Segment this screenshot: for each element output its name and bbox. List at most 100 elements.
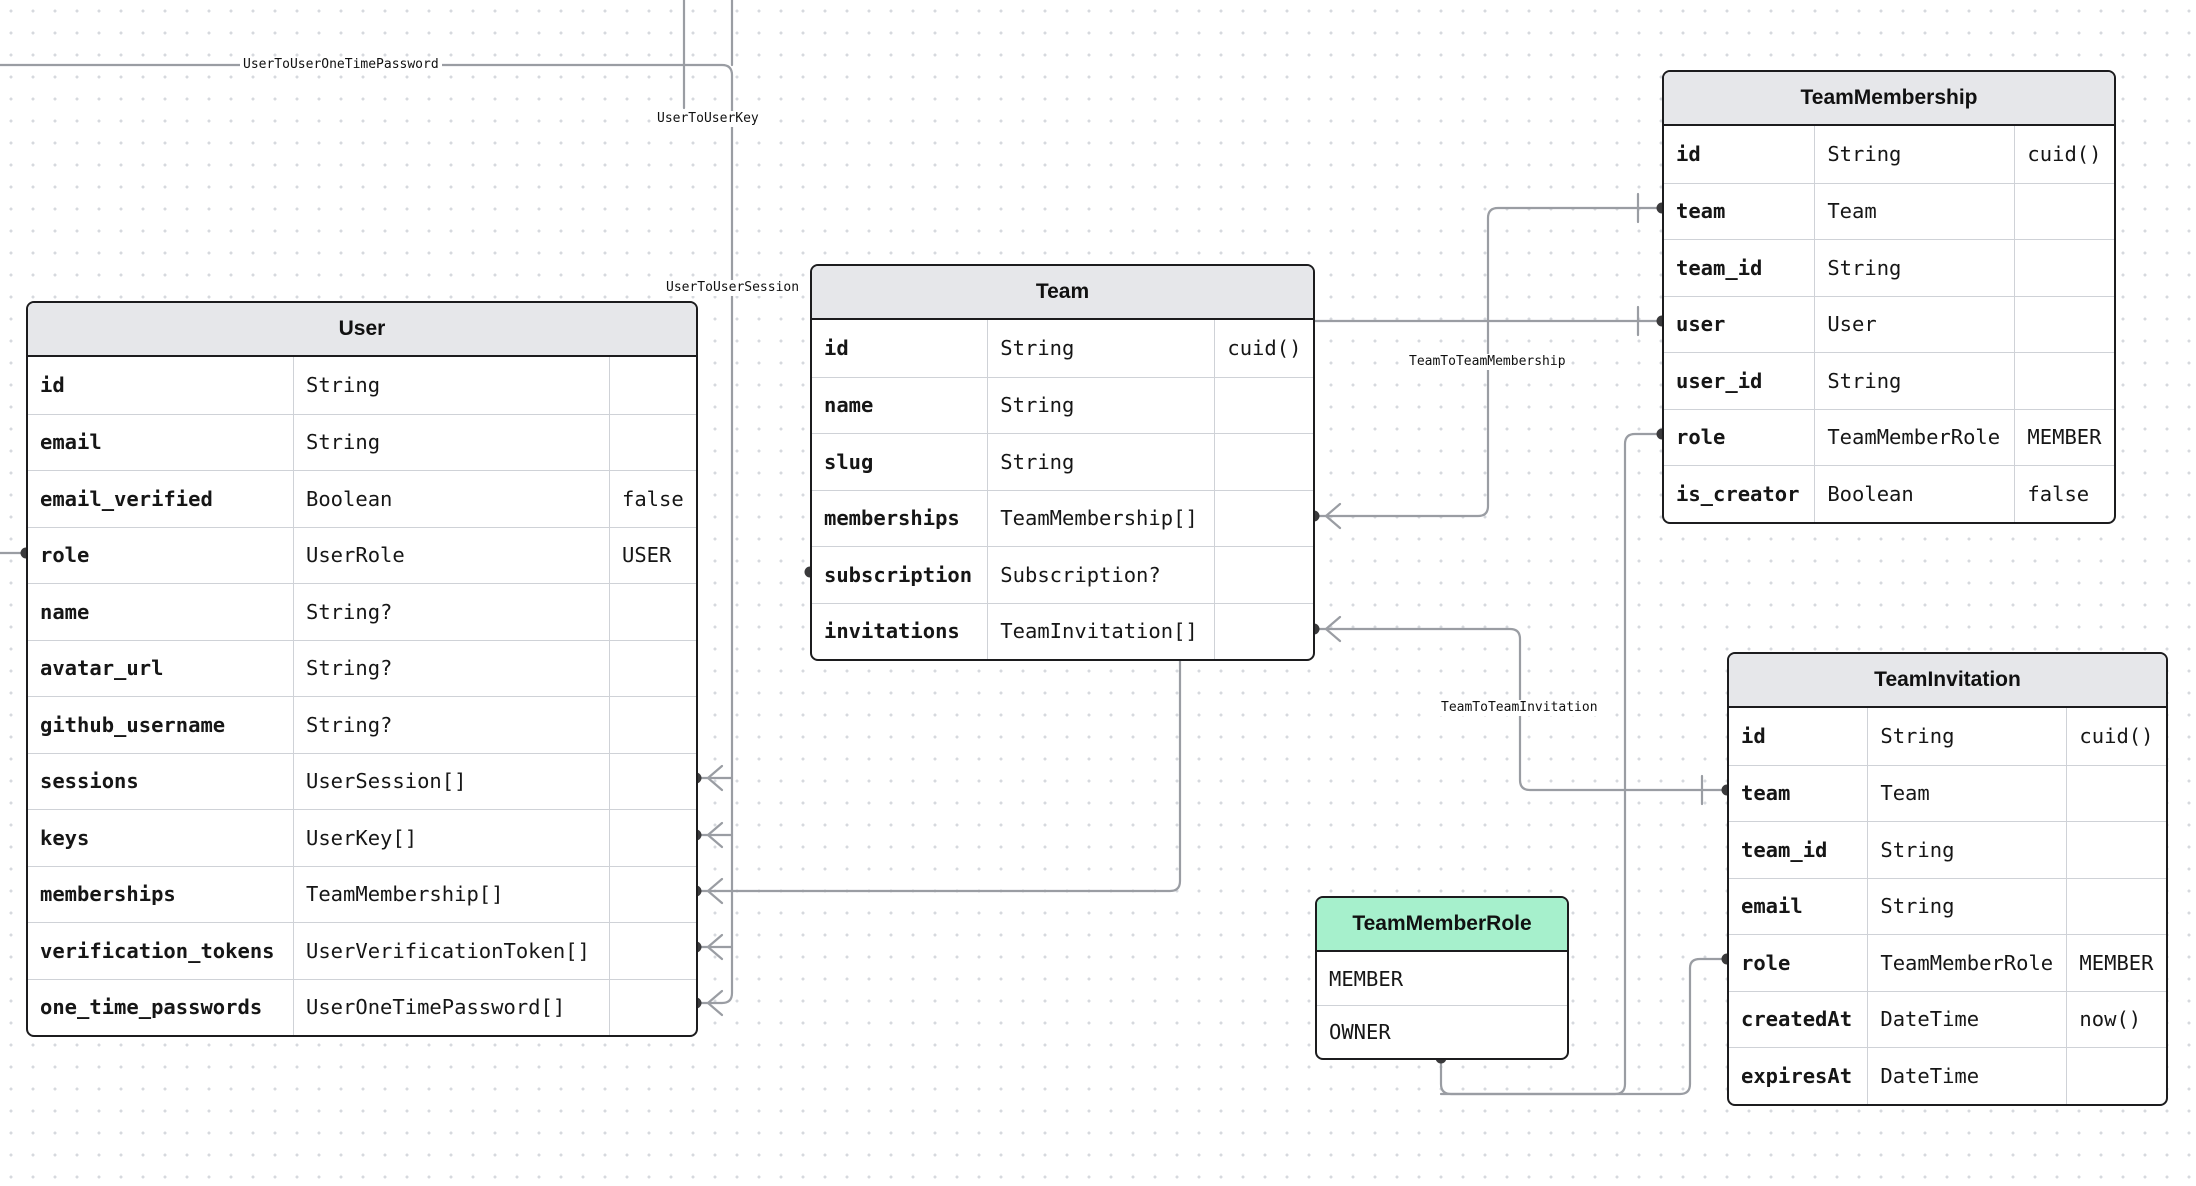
field-row[interactable]: memberships TeamMembership[] bbox=[812, 489, 1313, 546]
field-type: Boolean bbox=[293, 471, 609, 527]
field-type: TeamInvitation[] bbox=[987, 603, 1214, 659]
field-row[interactable]: email String bbox=[28, 413, 696, 470]
field-name: memberships bbox=[824, 506, 960, 531]
field-row[interactable]: team_id String bbox=[1664, 239, 2114, 296]
field-type: UserOneTimePassword[] bbox=[293, 979, 609, 1035]
field-type: TeamMembership[] bbox=[987, 490, 1214, 546]
field-row[interactable]: id String cuid() bbox=[1729, 708, 2166, 765]
field-default: false bbox=[609, 471, 696, 527]
field-name: name bbox=[824, 393, 874, 418]
field-type: Team bbox=[1867, 765, 2066, 821]
field-row[interactable]: team Team bbox=[1729, 764, 2166, 821]
field-row[interactable]: createdAt DateTime now() bbox=[1729, 990, 2166, 1047]
field-row[interactable]: avatar_url String? bbox=[28, 639, 696, 696]
field-default bbox=[2066, 878, 2166, 934]
model-user[interactable]: User id String email String email_verified Bo… bbox=[26, 301, 698, 1037]
field-name: is_creator bbox=[1676, 481, 1800, 506]
field-row[interactable]: github_username String? bbox=[28, 696, 696, 753]
field-default: MEMBER bbox=[2014, 409, 2114, 465]
field-type: String? bbox=[293, 697, 609, 753]
field-row[interactable]: role TeamMemberRole MEMBER bbox=[1729, 934, 2166, 991]
field-type: UserRole bbox=[293, 527, 609, 583]
field-row[interactable]: role UserRole USER bbox=[28, 526, 696, 583]
field-type: TeamMemberRole bbox=[1814, 409, 2014, 465]
crowfoot-sessions bbox=[706, 764, 724, 792]
model-team-invitation[interactable]: TeamInvitation id String cuid() team Team tea… bbox=[1727, 652, 2168, 1106]
field-default: USER bbox=[609, 527, 696, 583]
field-name: id bbox=[40, 373, 65, 398]
field-type: UserKey[] bbox=[293, 810, 609, 866]
field-row[interactable]: slug String bbox=[812, 433, 1313, 490]
field-name: user_id bbox=[1676, 368, 1763, 393]
field-default: cuid() bbox=[2014, 126, 2114, 183]
field-type: String bbox=[293, 357, 609, 414]
relation-label-user-key: UserToUserKey bbox=[654, 111, 762, 127]
field-type: String bbox=[987, 434, 1214, 490]
field-row[interactable]: user User bbox=[1664, 295, 2114, 352]
field-default bbox=[609, 866, 696, 922]
crowfoot-verification-tokens bbox=[706, 933, 724, 961]
field-name: email bbox=[40, 430, 102, 455]
field-name: email_verified bbox=[40, 486, 213, 511]
field-row[interactable]: team_id String bbox=[1729, 821, 2166, 878]
field-type: Boolean bbox=[1814, 466, 2014, 522]
field-default bbox=[1214, 490, 1313, 546]
field-name: slug bbox=[824, 449, 874, 474]
field-row[interactable]: verification_tokens UserVerificationToken… bbox=[28, 922, 696, 979]
field-row[interactable]: id String cuid() bbox=[1664, 126, 2114, 183]
field-row[interactable]: sessions UserSession[] bbox=[28, 752, 696, 809]
field-name: user bbox=[1676, 312, 1726, 337]
field-row[interactable]: name String? bbox=[28, 583, 696, 640]
field-default: cuid() bbox=[2066, 708, 2166, 765]
field-name: id bbox=[824, 336, 849, 361]
field-default: false bbox=[2014, 466, 2114, 522]
field-row[interactable]: role TeamMemberRole MEMBER bbox=[1664, 408, 2114, 465]
crowfoot-keys bbox=[706, 821, 724, 849]
field-name: verification_tokens bbox=[40, 938, 275, 963]
model-team-membership[interactable]: TeamMembership id String cuid() team Team tea… bbox=[1662, 70, 2116, 524]
field-type: Subscription? bbox=[987, 547, 1214, 603]
field-type: UserSession[] bbox=[293, 753, 609, 809]
field-type: DateTime bbox=[1867, 1048, 2066, 1104]
field-name: expiresAt bbox=[1741, 1063, 1853, 1088]
field-default bbox=[609, 923, 696, 979]
field-row[interactable]: team Team bbox=[1664, 182, 2114, 239]
field-name: avatar_url bbox=[40, 656, 164, 681]
field-row[interactable]: invitations TeamInvitation[] bbox=[812, 602, 1313, 659]
field-default bbox=[2066, 822, 2166, 878]
field-type: String bbox=[293, 414, 609, 470]
field-type: String bbox=[987, 377, 1214, 433]
field-default bbox=[2014, 240, 2114, 296]
field-row[interactable]: is_creator Boolean false bbox=[1664, 465, 2114, 522]
field-row[interactable]: subscription Subscription? bbox=[812, 546, 1313, 603]
field-name: team_id bbox=[1676, 255, 1763, 280]
field-row[interactable]: one_time_passwords UserOneTimePassword[] bbox=[28, 978, 696, 1035]
field-type: String? bbox=[293, 584, 609, 640]
field-row[interactable]: keys UserKey[] bbox=[28, 809, 696, 866]
field-type: String bbox=[1814, 240, 2014, 296]
model-title: Team bbox=[812, 266, 1313, 320]
field-name: team_id bbox=[1741, 837, 1828, 862]
field-default bbox=[1214, 547, 1313, 603]
field-name: createdAt bbox=[1741, 1007, 1853, 1032]
field-default bbox=[609, 979, 696, 1035]
field-default bbox=[2014, 353, 2114, 409]
field-row[interactable]: id String bbox=[28, 357, 696, 414]
enum-values: MEMBER OWNER bbox=[1317, 952, 1567, 1058]
field-row[interactable]: name String bbox=[812, 376, 1313, 433]
enum-team-member-role[interactable]: TeamMemberRole MEMBER OWNER bbox=[1315, 896, 1569, 1060]
field-row[interactable]: email_verified Boolean false bbox=[28, 470, 696, 527]
field-row[interactable]: expiresAt DateTime bbox=[1729, 1047, 2166, 1104]
field-name: subscription bbox=[824, 562, 973, 587]
model-team[interactable]: Team id String cuid() name String slug String m… bbox=[810, 264, 1315, 661]
field-type: String bbox=[1867, 708, 2066, 765]
field-row[interactable]: id String cuid() bbox=[812, 320, 1313, 377]
field-row[interactable]: memberships TeamMembership[] bbox=[28, 865, 696, 922]
field-name: memberships bbox=[40, 882, 176, 907]
field-row[interactable]: email String bbox=[1729, 877, 2166, 934]
field-default bbox=[2066, 765, 2166, 821]
field-name: email bbox=[1741, 894, 1803, 919]
field-type: String bbox=[987, 320, 1214, 377]
field-row[interactable]: user_id String bbox=[1664, 352, 2114, 409]
field-list: id String cuid() team Team team_id String email… bbox=[1729, 708, 2166, 1104]
